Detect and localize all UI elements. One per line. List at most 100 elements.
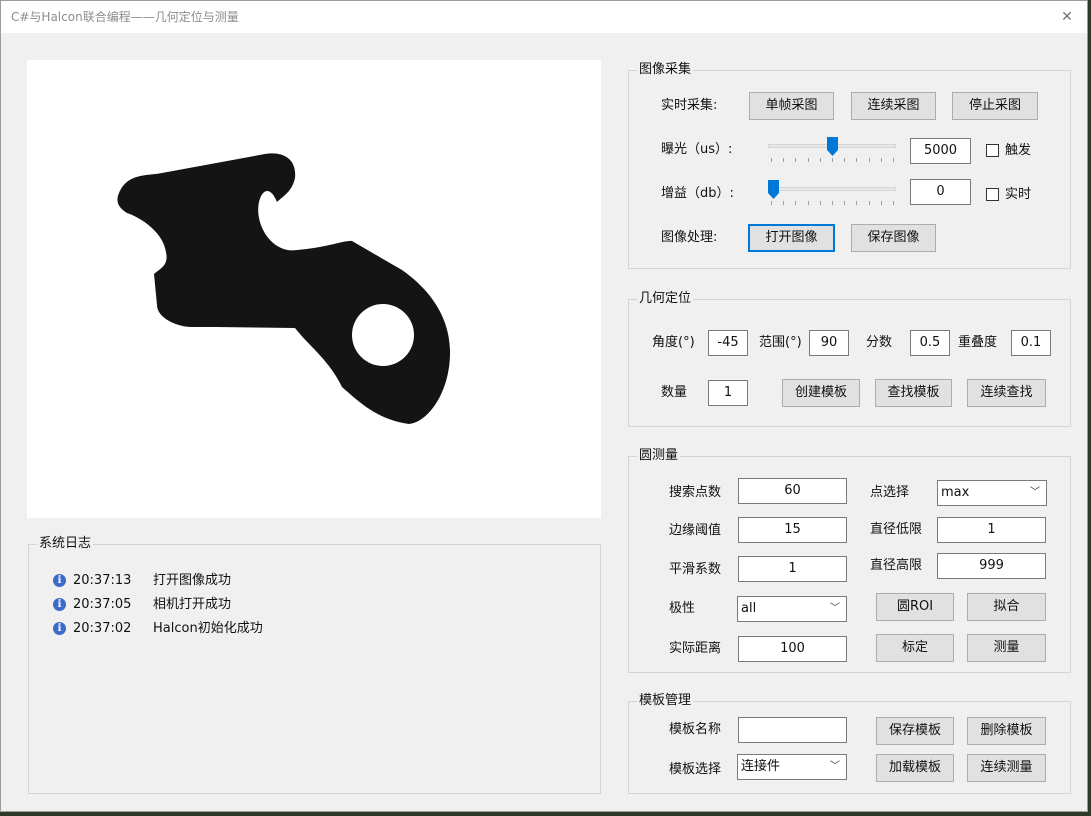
log-message: 相机打开成功 xyxy=(153,597,232,612)
slider-tick xyxy=(856,158,857,162)
search-points-input[interactable]: 60 xyxy=(738,478,847,504)
save-image-button[interactable]: 保存图像 xyxy=(851,224,936,252)
log-time: 20:37:13 xyxy=(73,573,132,588)
trigger-checkbox[interactable] xyxy=(986,144,999,157)
polarity-dropdown[interactable]: all ﹀ xyxy=(737,596,847,622)
image-display[interactable] xyxy=(27,60,601,518)
continuous-capture-button[interactable]: 连续采图 xyxy=(851,92,936,120)
log-time: 20:37:02 xyxy=(73,621,132,636)
load-model-button[interactable]: 加载模板 xyxy=(876,754,954,782)
smooth-input[interactable]: 1 xyxy=(738,556,847,582)
realtime-acquisition-label: 实时采集: xyxy=(661,98,718,113)
polarity-value: all xyxy=(741,601,757,616)
delete-model-button[interactable]: 删除模板 xyxy=(967,717,1046,745)
slider-tick xyxy=(881,158,882,162)
range-input[interactable]: 90 xyxy=(809,330,849,356)
slider-tick xyxy=(869,201,870,205)
model-name-input[interactable] xyxy=(738,717,847,743)
score-label: 分数 xyxy=(866,335,893,350)
continuous-measure-button[interactable]: 连续测量 xyxy=(967,754,1046,782)
log-time: 20:37:05 xyxy=(73,597,132,612)
exposure-input[interactable]: 5000 xyxy=(910,138,971,164)
gain-slider-thumb[interactable] xyxy=(768,180,779,199)
angle-input[interactable]: -45 xyxy=(708,330,748,356)
exposure-slider-thumb[interactable] xyxy=(827,137,838,156)
measure-button[interactable]: 测量 xyxy=(967,634,1046,662)
slider-tick xyxy=(844,201,845,205)
slider-tick xyxy=(832,158,833,162)
save-model-button[interactable]: 保存模板 xyxy=(876,717,954,745)
overlap-input[interactable]: 0.1 xyxy=(1011,330,1051,356)
gain-input[interactable]: 0 xyxy=(910,179,971,205)
point-select-label: 点选择 xyxy=(870,485,910,500)
slider-tick xyxy=(820,158,821,162)
count-input[interactable]: 1 xyxy=(708,380,748,406)
slider-tick xyxy=(808,201,809,205)
slider-tick xyxy=(893,201,894,205)
edge-threshold-label: 边缘阈值 xyxy=(669,523,722,538)
model-select-value: 连接件 xyxy=(741,759,781,774)
create-model-button[interactable]: 创建模板 xyxy=(782,379,860,407)
gain-slider-track[interactable] xyxy=(768,187,896,191)
open-image-button[interactable]: 打开图像 xyxy=(748,224,835,252)
polarity-label: 极性 xyxy=(669,601,696,616)
close-icon[interactable]: ✕ xyxy=(1047,1,1087,33)
slider-tick xyxy=(783,158,784,162)
chevron-down-icon: ﹀ xyxy=(1030,487,1040,498)
slider-tick xyxy=(881,201,882,205)
system-log-title: 系统日志 xyxy=(37,536,94,552)
model-management-title: 模板管理 xyxy=(637,693,694,709)
fit-button[interactable]: 拟合 xyxy=(967,593,1046,621)
range-label: 范围(°) xyxy=(759,335,802,350)
model-select-label: 模板选择 xyxy=(669,762,722,777)
window-title: C#与Halcon联合编程——几何定位与测量 xyxy=(11,10,239,24)
model-name-label: 模板名称 xyxy=(669,722,722,737)
exposure-label: 曝光（us）: xyxy=(661,142,733,157)
find-model-button[interactable]: 查找模板 xyxy=(875,379,952,407)
slider-tick xyxy=(893,158,894,162)
distance-label: 实际距离 xyxy=(669,641,722,656)
edge-threshold-input[interactable]: 15 xyxy=(738,517,847,543)
image-processing-label: 图像处理: xyxy=(661,230,718,245)
info-icon: i xyxy=(53,622,66,635)
slider-tick xyxy=(795,201,796,205)
angle-label: 角度(°) xyxy=(652,335,695,350)
slider-tick xyxy=(771,158,772,162)
stop-capture-button[interactable]: 停止采图 xyxy=(952,92,1038,120)
circle-measure-title: 圆测量 xyxy=(637,448,681,464)
geometric-location-title: 几何定位 xyxy=(637,291,694,307)
chevron-down-icon: ﹀ xyxy=(830,761,840,772)
diameter-low-input[interactable]: 1 xyxy=(937,517,1046,543)
distance-input[interactable]: 100 xyxy=(738,636,847,662)
diameter-high-input[interactable]: 999 xyxy=(937,553,1046,579)
slider-tick xyxy=(844,158,845,162)
geometric-location-group: 几何定位 xyxy=(628,291,1071,427)
info-icon: i xyxy=(53,574,66,587)
search-points-label: 搜索点数 xyxy=(669,485,722,500)
slider-tick xyxy=(808,158,809,162)
realtime-check-label: 实时 xyxy=(1005,187,1032,202)
info-icon: i xyxy=(53,598,66,611)
model-select-dropdown[interactable]: 连接件 ﹀ xyxy=(737,754,847,780)
trigger-label: 触发 xyxy=(1005,143,1032,158)
continuous-find-button[interactable]: 连续查找 xyxy=(967,379,1046,407)
score-input[interactable]: 0.5 xyxy=(910,330,950,356)
exposure-slider-ticks xyxy=(771,158,894,162)
main-window: C#与Halcon联合编程——几何定位与测量 ✕ 系统日志 i 20:37:13… xyxy=(0,0,1088,812)
realtime-checkbox[interactable] xyxy=(986,188,999,201)
chevron-down-icon: ﹀ xyxy=(830,603,840,614)
slider-tick xyxy=(783,201,784,205)
slider-tick xyxy=(869,158,870,162)
point-select-dropdown[interactable]: max ﹀ xyxy=(937,480,1047,506)
count-label: 数量 xyxy=(661,385,688,400)
circle-roi-button[interactable]: 圆ROI xyxy=(876,593,954,621)
slider-tick xyxy=(771,201,772,205)
image-acquisition-title: 图像采集 xyxy=(637,62,694,78)
gain-label: 增益（db）: xyxy=(661,186,734,201)
slider-tick xyxy=(856,201,857,205)
slider-tick xyxy=(832,201,833,205)
calibrate-button[interactable]: 标定 xyxy=(876,634,954,662)
smooth-label: 平滑系数 xyxy=(669,562,722,577)
overlap-label: 重叠度 xyxy=(958,335,998,350)
single-frame-button[interactable]: 单帧采图 xyxy=(749,92,834,120)
